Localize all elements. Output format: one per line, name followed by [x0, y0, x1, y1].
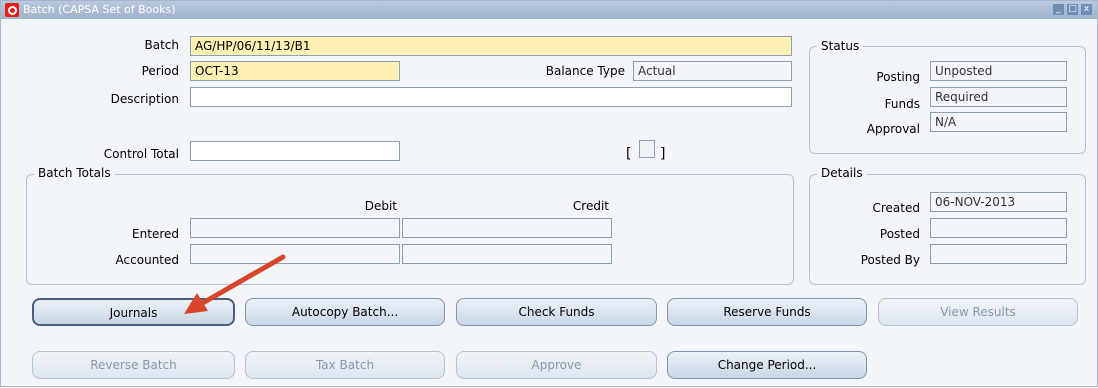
annotation-arrow-icon — [184, 254, 286, 314]
batch-window: Batch (CAPSA Set of Books) _ □ x Batch A… — [0, 0, 1098, 387]
